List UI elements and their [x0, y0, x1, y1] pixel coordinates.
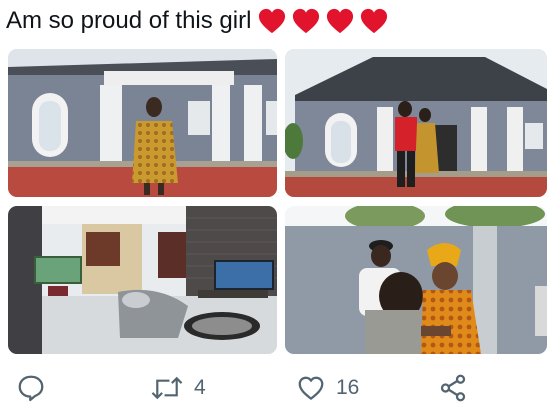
share-button[interactable] — [438, 368, 478, 408]
photo-living-room-interior[interactable] — [8, 206, 277, 354]
like-icon — [298, 376, 324, 400]
tweet-caption: Am so proud of this girl — [6, 4, 389, 38]
reply-icon — [18, 375, 44, 402]
heart-emojis — [257, 7, 389, 35]
like-count: 16 — [336, 376, 360, 399]
heart-emoji-icon — [259, 8, 286, 34]
tweet-action-bar: 4 16 — [0, 368, 547, 408]
heart-emoji-icon — [293, 8, 320, 34]
photo-couple-hugging-in-front-of-house[interactable] — [285, 49, 547, 197]
tweet-text: Am so proud of this girl — [6, 7, 252, 34]
reply-button[interactable] — [16, 368, 56, 408]
photo-family-embrace-outdoors[interactable] — [285, 206, 547, 354]
photo-girl-in-front-of-house[interactable] — [8, 49, 277, 197]
like-button[interactable]: 16 — [296, 368, 359, 408]
heart-emoji-icon — [361, 8, 388, 34]
share-icon — [440, 374, 466, 402]
heart-emoji-icon — [327, 8, 354, 34]
retweet-count: 4 — [194, 376, 206, 399]
retweet-icon — [151, 376, 183, 400]
retweet-button[interactable]: 4 — [150, 368, 206, 408]
